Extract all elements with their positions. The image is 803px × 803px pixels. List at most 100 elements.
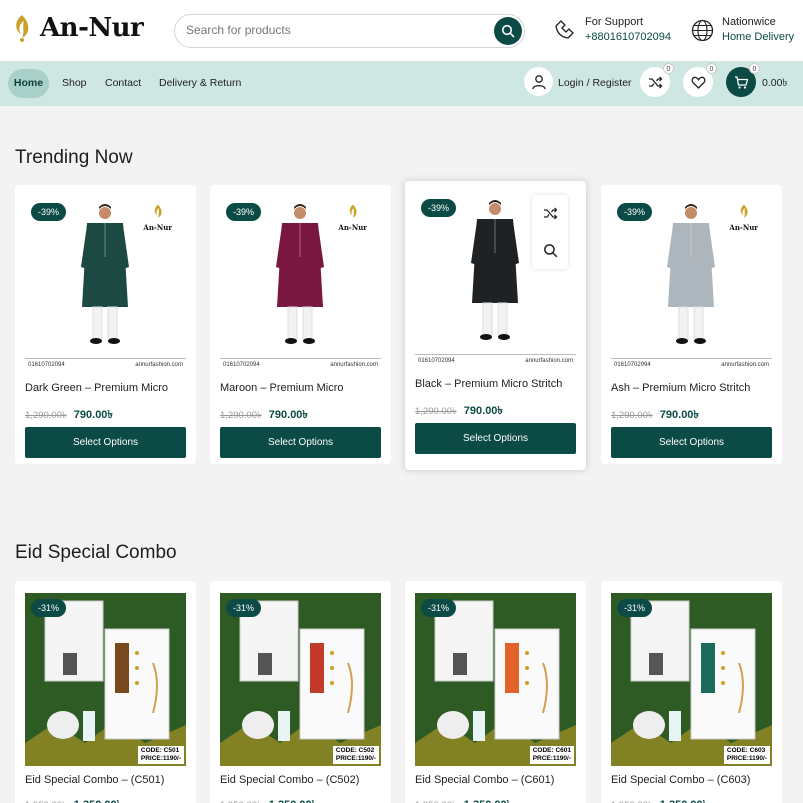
select-options-button[interactable]: Select Options [220,427,381,458]
image-site-text: annurfashion.com [525,357,573,364]
product-name[interactable]: Ash – Premium Micro Stritch [611,382,776,394]
compare-shuffle-icon[interactable] [543,206,558,221]
account-button[interactable] [524,67,553,96]
image-footer-strip: 01610702094 annurfashion.com [611,358,772,370]
combo-card[interactable]: -31% CODE: C601 PRCE:1190/- Eid Special … [405,581,586,803]
product-card[interactable]: -39% An-Nur 01610702094 annurfashion.com… [210,185,391,464]
discount-badge: -39% [226,203,262,221]
search-input[interactable] [186,23,486,37]
combo-code: CODE: C502 [335,747,375,754]
image-phone-text: 01610702094 [418,357,455,364]
globe-icon [691,19,714,41]
nav-contact[interactable]: Contact [105,69,141,98]
cart-button[interactable]: 0 [726,63,760,97]
delivery-subtitle: Home Delivery [722,31,795,43]
discount-badge: -31% [617,599,653,617]
combo-image[interactable]: -31% CODE: C501 PRICE:1190/- [25,593,186,766]
combo-code-tag: CODE: C501 PRICE:1190/- [137,746,184,764]
quick-actions [532,195,568,269]
product-image[interactable]: -39% An-Nur 01610702094 annurfashion.com [220,197,381,370]
product-card[interactable]: -39% An-Nur 01610702094 annurfashion.com… [15,185,196,464]
original-price: 1,290.00৳ [25,410,67,421]
product-name[interactable]: Eid Special Combo – (C502) [220,774,359,786]
select-options-button[interactable]: Select Options [415,423,576,454]
combo-section-title: Eid Special Combo [15,542,177,563]
nav-home[interactable]: Home [8,69,49,98]
combo-price-tag: PRCE:1190/- [532,755,571,762]
combo-code-tag: CODE: C603 PRICE:1190/- [723,746,770,764]
combo-price-tag: PRICE:1190/- [140,755,181,762]
combo-image[interactable]: -31% CODE: C502 PRICE:1190/- [220,593,381,766]
combo-items-illustration [220,593,381,766]
combo-items-illustration [611,593,772,766]
product-name[interactable]: Eid Special Combo – (C501) [25,774,164,786]
login-register-link[interactable]: Login / Register [558,69,632,98]
logo-emblem-icon [16,15,29,42]
product-card[interactable]: -39% 01610702094 annurfashion.com Black … [405,181,586,470]
combo-code-tag: CODE: C502 PRICE:1190/- [332,746,379,764]
support-title: For Support [585,16,644,28]
sale-price: 1,350.00৳ [660,799,708,803]
product-name[interactable]: Dark Green – Premium Micro [25,382,190,394]
product-name[interactable]: Black – Premium Micro Stritch [415,378,580,390]
cart-total: 0.00৳ [762,77,788,89]
site-logo[interactable]: An-Nur [10,12,144,44]
combo-price-tag: PRICE:1190/- [726,755,767,762]
image-site-text: annurfashion.com [721,361,769,368]
select-options-button[interactable]: Select Options [611,427,772,458]
site-header: An-Nur For Support +8801610702094 Nat [0,0,803,61]
heart-icon [691,76,705,89]
discount-badge: -31% [421,599,457,617]
image-site-text: annurfashion.com [135,361,183,368]
select-options-button[interactable]: Select Options [25,427,186,458]
combo-card[interactable]: -31% CODE: C502 PRICE:1190/- Eid Special… [210,581,391,803]
sale-price: 790.00৳ [73,409,113,421]
discount-badge: -39% [421,199,457,217]
combo-code: CODE: C501 [140,747,180,754]
sale-price: 1,350.00৳ [269,799,317,803]
sale-price: 790.00৳ [268,409,308,421]
main-navigation: Home Shop Contact Delivery & Return Logi… [0,61,803,106]
product-name[interactable]: Maroon – Premium Micro [220,382,385,394]
sale-price: 790.00৳ [463,405,503,417]
trending-section-title: Trending Now [15,147,133,168]
combo-image[interactable]: -31% CODE: C603 PRICE:1190/- [611,593,772,766]
product-image[interactable]: -39% An-Nur 01610702094 annurfashion.com [611,197,772,370]
quick-view-search-icon[interactable] [543,243,558,258]
search-bar [174,14,525,48]
product-price: 1,290.00৳ 790.00৳ [25,406,113,425]
combo-code: CODE: C601 [532,747,571,754]
image-phone-text: 01610702094 [614,361,651,368]
user-icon [531,74,546,89]
support-phone[interactable]: +8801610702094 [585,29,671,45]
brand-name: An-Nur [40,13,144,43]
delivery-info: Nationwice Home Delivery [690,15,794,45]
combo-items-illustration [25,593,186,766]
product-price: 1,950.00৳ 1,350.00৳ [220,796,317,803]
model-figure [81,204,129,344]
wishlist-count-badge: 0 [706,63,717,74]
delivery-title: Nationwice [722,16,776,28]
product-name[interactable]: Eid Special Combo – (C603) [611,774,750,786]
combo-code-tag: CODE: C601 PRCE:1190/- [529,746,574,764]
combo-image[interactable]: -31% CODE: C601 PRCE:1190/- [415,593,576,766]
compare-button[interactable]: 0 [640,63,674,97]
discount-badge: -39% [617,203,653,221]
combo-card[interactable]: -31% CODE: C603 PRICE:1190/- Eid Special… [601,581,782,803]
support-info[interactable]: For Support +8801610702094 [551,15,671,45]
product-card[interactable]: -39% An-Nur 01610702094 annurfashion.com… [601,185,782,464]
product-price: 1,950.00৳ 1,350.00৳ [25,796,122,803]
product-name[interactable]: Eid Special Combo – (C601) [415,774,554,786]
discount-badge: -39% [31,203,67,221]
product-image[interactable]: -39% An-Nur 01610702094 annurfashion.com [25,197,186,370]
nav-delivery-return[interactable]: Delivery & Return [159,69,241,98]
combo-card[interactable]: -31% CODE: C501 PRICE:1190/- Eid Special… [15,581,196,803]
combo-price-tag: PRICE:1190/- [335,755,376,762]
search-icon [501,24,515,38]
search-button[interactable] [494,17,522,45]
nav-shop[interactable]: Shop [62,69,87,98]
image-footer-strip: 01610702094 annurfashion.com [220,358,381,370]
product-price: 1,950.00৳ 1,350.00৳ [415,796,512,803]
sale-price: 790.00৳ [659,409,699,421]
wishlist-button[interactable]: 0 [683,63,717,97]
